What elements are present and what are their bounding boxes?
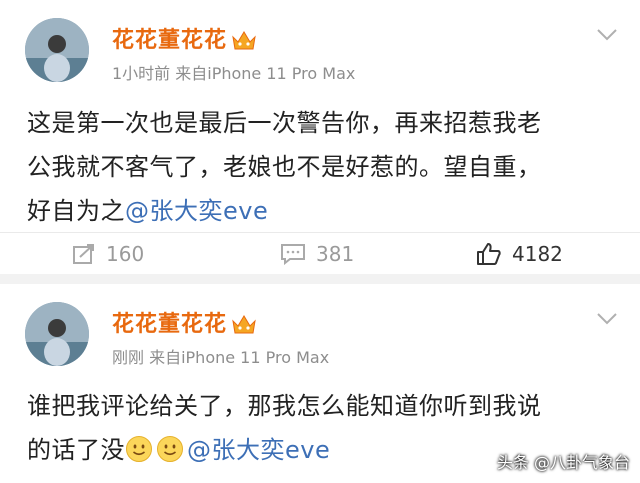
repost-icon [73,244,94,264]
weibo-post-1: 花花董花花 1小时前 来自iPhone 11 Pro Max 这是第一次也是最后… [0,0,640,274]
post-content: 谁把我评论给关了，那我怎么能知道你听到我说 的话了没 @张大奕eve [27,384,542,472]
post-content: 这是第一次也是最后一次警告你，再来招惹我老 公我就不客气了，老娘也不是好惹的。望… [27,101,542,233]
username[interactable]: 花花董花花 [112,22,257,54]
smile-emoji-icon [157,436,183,462]
vip-crown-icon [231,313,257,335]
watermark: 头条 @八卦气象台 [496,453,630,472]
vip-crown-icon [231,29,257,51]
like-count: 4182 [512,242,563,266]
username[interactable]: 花花董花花 [112,306,257,338]
avatar[interactable] [25,302,89,366]
post-text-line: 这是第一次也是最后一次警告你，再来招惹我老 [27,109,542,137]
comment-count: 381 [316,242,355,266]
comment-button[interactable]: 381 [280,233,354,275]
post-divider [0,274,640,284]
avatar[interactable] [25,18,89,82]
post-text-line: 谁把我评论给关了，那我怎么能知道你听到我说 [27,392,542,420]
repost-count: 160 [106,242,145,266]
comment-icon [281,244,305,265]
post-meta: 刚刚 来自iPhone 11 Pro Max [112,348,330,367]
like-icon [477,243,501,265]
chevron-down-icon[interactable] [596,312,618,326]
post-text-line-last: 好自为之@张大奕eve [27,197,269,225]
action-bar: 160 381 4182 [0,232,640,275]
smile-emoji-icon [126,436,152,462]
mention-link[interactable]: @张大奕eve [187,436,330,464]
post-text-line: 公我就不客气了，老娘也不是好惹的。望自重， [27,153,542,181]
mention-link[interactable]: @张大奕eve [125,197,268,225]
chevron-down-icon[interactable] [596,28,618,42]
post-meta: 1小时前 来自iPhone 11 Pro Max [112,64,356,83]
repost-button[interactable]: 160 [72,233,144,275]
like-button[interactable]: 4182 [476,233,563,275]
post-text-line-last: 的话了没 @张大奕eve [27,436,331,464]
